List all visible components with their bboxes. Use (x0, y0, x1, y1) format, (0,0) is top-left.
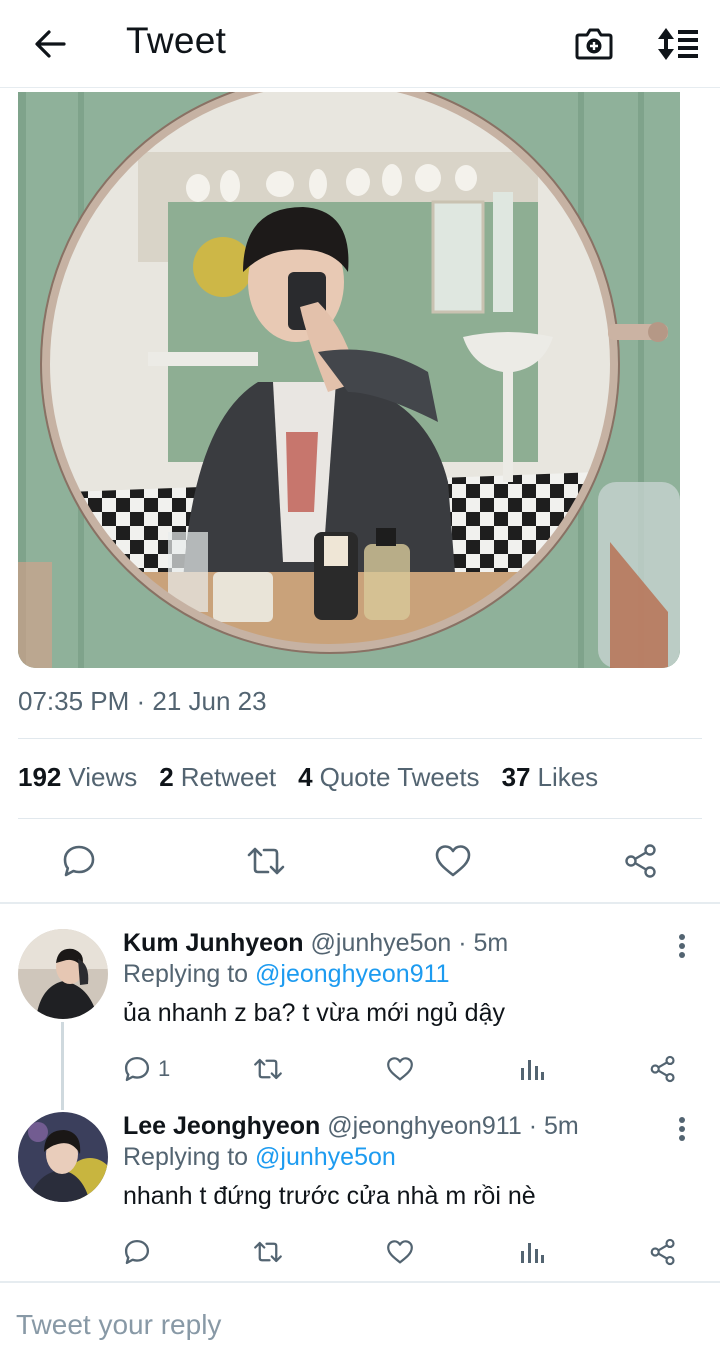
share-icon (650, 1055, 675, 1083)
avatar[interactable] (18, 1112, 108, 1202)
reply-author-name[interactable]: Lee Jeonghyeon (123, 1112, 320, 1140)
analytics-icon (521, 1060, 544, 1080)
like-button[interactable] (380, 1049, 420, 1089)
reply-text: ủa nhanh z ba? t vừa mới ngủ dậy (123, 999, 505, 1027)
avatar[interactable] (18, 929, 108, 1019)
reply-author-name[interactable]: Kum Junhyeon (123, 929, 304, 957)
back-button[interactable] (28, 22, 72, 66)
share-icon (625, 844, 656, 878)
reply-button[interactable] (56, 838, 102, 884)
reply-author-handle[interactable]: @jeonghyeon911 (327, 1112, 522, 1140)
divider (18, 738, 702, 739)
replying-to-link[interactable]: @junhye5on (255, 1143, 396, 1171)
replying-to: Replying to @jeonghyeon911 (123, 960, 450, 988)
analytics-icon (521, 1243, 544, 1263)
reply-button[interactable] (117, 1049, 157, 1089)
sort-lines-icon (658, 28, 698, 60)
like-icon (435, 845, 471, 877)
reply-count: 1 (158, 1056, 171, 1081)
stat-likes[interactable]: 37 Likes (502, 762, 599, 793)
share-button[interactable] (618, 838, 664, 884)
replying-to-link[interactable]: @jeonghyeon911 (255, 960, 450, 988)
retweet-button[interactable] (248, 1049, 288, 1089)
top-bar: Tweet (0, 0, 720, 88)
stat-views[interactable]: 192 Views (18, 762, 137, 793)
reply-icon (124, 1239, 150, 1265)
arrow-left-icon (35, 30, 66, 58)
tweet-photo[interactable] (18, 92, 680, 668)
camera-button[interactable] (571, 20, 617, 66)
reply-time: · 5m (458, 929, 509, 957)
like-button[interactable] (430, 838, 476, 884)
reply-icon (63, 845, 95, 877)
retweet-icon (247, 847, 285, 875)
retweet-button[interactable] (248, 1232, 288, 1272)
reply-button[interactable] (117, 1232, 157, 1272)
reply-text: nhanh t đứng trước cửa nhà m rồi nè (123, 1182, 536, 1210)
retweet-icon (254, 1241, 282, 1263)
like-icon (387, 1057, 413, 1081)
replying-to: Replying to @junhye5on (123, 1143, 396, 1171)
like-button[interactable] (380, 1232, 420, 1272)
stat-quote-tweets[interactable]: 4 Quote Tweets (298, 762, 479, 793)
retweet-icon (254, 1058, 282, 1080)
page-title: Tweet (126, 20, 227, 61)
reply-input[interactable] (16, 1305, 696, 1345)
thread-connector-line (61, 1022, 64, 1110)
sort-button[interactable] (654, 22, 702, 66)
divider (18, 818, 702, 819)
share-icon (650, 1238, 675, 1266)
camera-plus-icon (575, 28, 613, 60)
retweet-button[interactable] (243, 838, 289, 884)
more-vertical-icon (679, 1117, 685, 1141)
section-divider (0, 902, 720, 904)
tweet-stats: 192 Views 2 Retweet 4 Quote Tweets 37 Likes (18, 762, 598, 793)
reply-composer (0, 1281, 720, 1363)
reply-icon (124, 1056, 150, 1082)
like-icon (387, 1240, 413, 1264)
reply-time: · 5m (528, 1112, 579, 1140)
reply-author-handle[interactable]: @junhye5on (311, 929, 452, 957)
tweet-timestamp: 07:35 PM · 21 Jun 23 (18, 686, 267, 716)
share-button[interactable] (643, 1049, 683, 1089)
more-vertical-icon (679, 934, 685, 958)
stat-retweets[interactable]: 2 Retweet (159, 762, 276, 793)
more-options-button[interactable] (672, 931, 692, 961)
more-options-button[interactable] (672, 1114, 692, 1144)
analytics-button[interactable] (512, 1049, 552, 1089)
tweet-actions (0, 838, 720, 884)
share-button[interactable] (643, 1232, 683, 1272)
analytics-button[interactable] (512, 1232, 552, 1272)
